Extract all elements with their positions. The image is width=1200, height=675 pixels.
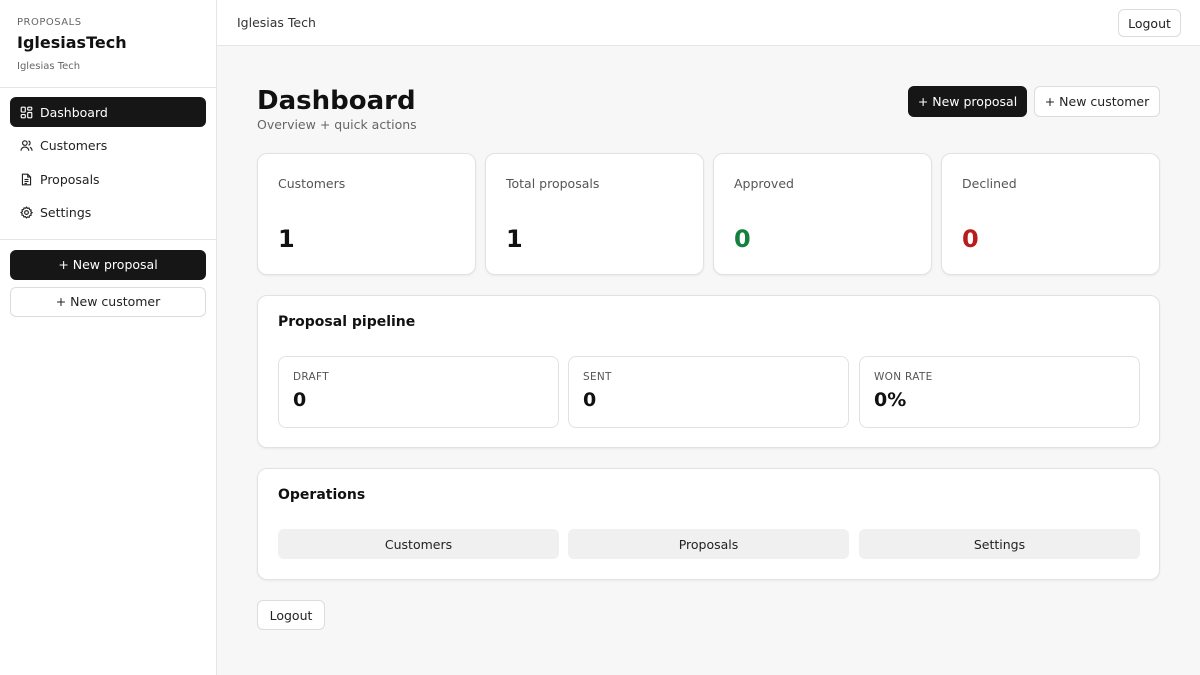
pipeline-title: Proposal pipeline [278, 314, 416, 330]
new-customer-button[interactable]: + New customer [1034, 86, 1160, 117]
gear-icon [20, 206, 33, 219]
pipeline-sent: SENT 0 [568, 356, 849, 428]
users-icon [20, 139, 33, 152]
stat-card-declined: Declined 0 [941, 153, 1160, 275]
sidebar-item-settings[interactable]: Settings [10, 198, 206, 228]
stat-value: 1 [506, 225, 523, 253]
stat-value-declined: 0 [962, 225, 979, 253]
sidebar-item-proposals[interactable]: Proposals [10, 164, 206, 194]
brand-subtitle: Iglesias Tech [17, 61, 81, 72]
brand-eyebrow: PROPOSALS [17, 17, 82, 28]
document-icon [20, 173, 33, 186]
operations-settings-button[interactable]: Settings [859, 529, 1140, 559]
stat-value-approved: 0 [734, 225, 751, 253]
pipeline-won-rate: WON RATE 0% [859, 356, 1140, 428]
stat-label: Approved [734, 176, 794, 191]
pipeline-label: DRAFT [293, 371, 329, 383]
stat-label: Customers [278, 176, 346, 191]
sidebar-item-label: Dashboard [40, 104, 108, 120]
logout-button[interactable]: Logout [257, 600, 325, 630]
page-title: Dashboard [257, 86, 416, 116]
topbar: Iglesias Tech Logout [217, 0, 1200, 46]
page-subtitle: Overview + quick actions [257, 117, 417, 132]
pipeline-value: 0% [874, 389, 907, 411]
pipeline-value: 0 [583, 389, 597, 411]
brand: PROPOSALS IglesiasTech Iglesias Tech [0, 0, 216, 88]
operations-proposals-button[interactable]: Proposals [568, 529, 849, 559]
stat-card-total-proposals: Total proposals 1 [485, 153, 704, 275]
sidebar-item-label: Proposals [40, 171, 100, 187]
new-proposal-button[interactable]: + New proposal [908, 86, 1027, 117]
stat-label: Declined [962, 176, 1017, 191]
brand-name: IglesiasTech [17, 33, 127, 52]
sidebar-item-customers[interactable]: Customers [10, 131, 206, 161]
sidebar: PROPOSALS IglesiasTech Iglesias Tech Das… [0, 0, 217, 675]
sidebar-item-label: Settings [40, 205, 92, 220]
topbar-title: Iglesias Tech [237, 15, 316, 30]
pipeline-label: WON RATE [874, 371, 933, 383]
stat-card-customers: Customers 1 [257, 153, 476, 275]
sidebar-new-proposal-button[interactable]: + New proposal [10, 249, 206, 280]
sidebar-item-label: Customers [40, 138, 108, 153]
sidebar-new-customer-button[interactable]: + New customer [10, 286, 206, 317]
stat-card-approved: Approved 0 [713, 153, 932, 275]
pipeline-value: 0 [293, 389, 307, 411]
sidebar-nav: Dashboard Customers Proposals Settings [0, 88, 216, 240]
operations-customers-button[interactable]: Customers [278, 529, 559, 559]
pipeline-draft: DRAFT 0 [278, 356, 559, 428]
topbar-logout-button[interactable]: Logout [1118, 9, 1181, 37]
stat-value: 1 [278, 225, 295, 253]
pipeline-card: Proposal pipeline DRAFT 0 SENT 0 WON RAT… [257, 295, 1160, 448]
operations-card: Operations Customers Proposals Settings [257, 468, 1160, 580]
stat-label: Total proposals [506, 176, 600, 191]
operations-title: Operations [278, 487, 366, 503]
sidebar-item-dashboard[interactable]: Dashboard [10, 97, 206, 127]
dashboard-icon [20, 106, 33, 119]
pipeline-label: SENT [583, 371, 612, 383]
sidebar-actions: + New proposal + New customer [0, 240, 216, 327]
